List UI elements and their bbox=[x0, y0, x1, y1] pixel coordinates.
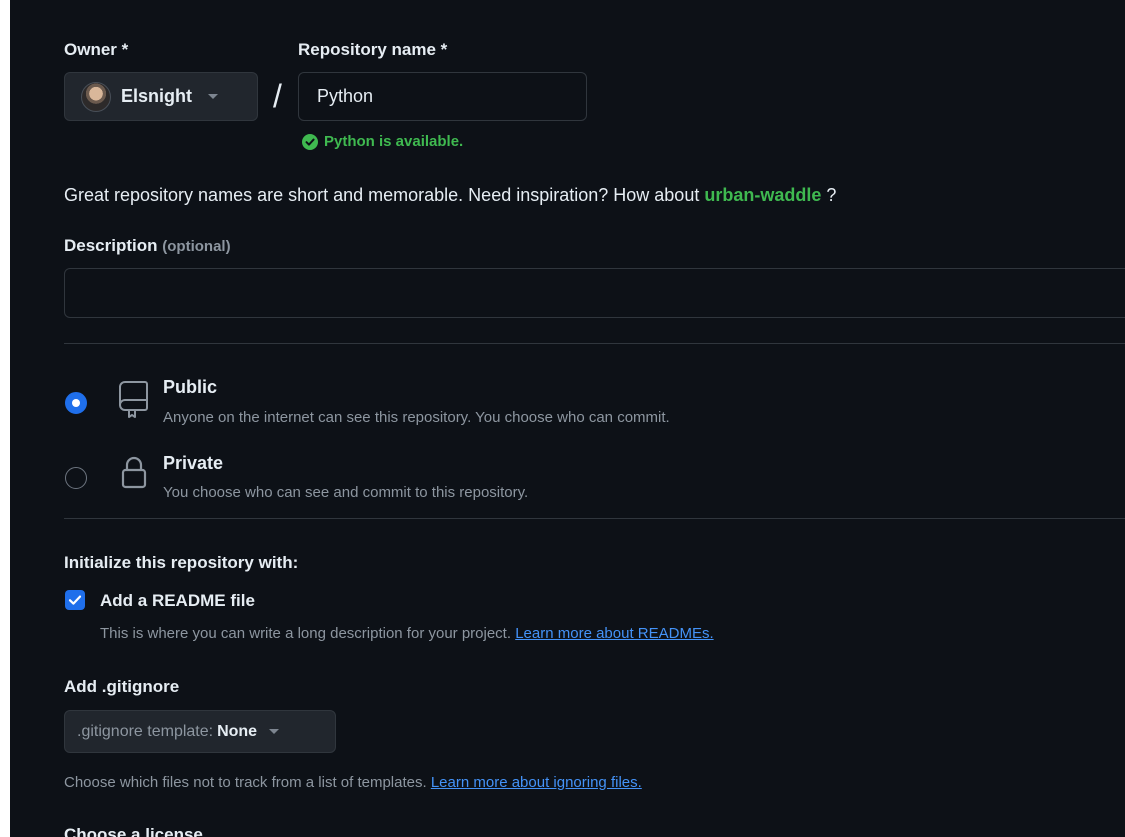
suggested-name[interactable]: urban-waddle bbox=[704, 185, 821, 205]
create-repo-form: Owner * Elsnight / Repository name * Pyt… bbox=[10, 0, 1125, 837]
owner-dropdown[interactable]: Elsnight bbox=[64, 72, 258, 121]
hint-prefix: Great repository names are short and mem… bbox=[64, 185, 700, 205]
availability-message: Python is available. bbox=[302, 133, 463, 150]
gitignore-heading: Add .gitignore bbox=[64, 677, 180, 696]
owner-name: Elsnight bbox=[121, 86, 192, 106]
description-input[interactable] bbox=[64, 268, 1125, 318]
hint-suffix: ? bbox=[826, 185, 837, 205]
gitignore-select-prefix: .gitignore template: bbox=[77, 722, 214, 740]
gitignore-template-select[interactable]: .gitignore template: None bbox=[64, 710, 336, 753]
chevron-down-icon bbox=[208, 94, 218, 99]
repo-icon bbox=[119, 381, 148, 418]
public-title: Public bbox=[163, 377, 218, 397]
lock-icon bbox=[121, 456, 147, 489]
checkmark-icon bbox=[68, 595, 82, 605]
divider bbox=[64, 343, 1125, 344]
readme-learn-more-link[interactable]: Learn more about READMEs. bbox=[515, 625, 713, 642]
init-heading: Initialize this repository with: bbox=[64, 553, 299, 572]
public-radio[interactable] bbox=[65, 392, 87, 414]
public-desc: Anyone on the internet can see this repo… bbox=[163, 409, 670, 426]
avatar bbox=[81, 81, 111, 112]
private-title: Private bbox=[163, 453, 224, 473]
readme-label[interactable]: Add a README file bbox=[100, 591, 255, 611]
repo-name-input[interactable] bbox=[298, 72, 587, 121]
description-label-text: Description bbox=[64, 236, 158, 255]
check-circle-icon bbox=[302, 133, 318, 150]
readme-checkbox[interactable] bbox=[65, 590, 85, 610]
slash-separator: / bbox=[273, 78, 282, 114]
gitignore-learn-more-link[interactable]: Learn more about ignoring files. bbox=[431, 774, 642, 791]
divider bbox=[64, 518, 1125, 519]
repo-name-label: Repository name * bbox=[298, 40, 448, 59]
private-desc: You choose who can see and commit to thi… bbox=[163, 484, 529, 501]
name-hint: Great repository names are short and mem… bbox=[64, 185, 836, 206]
readme-desc-text: This is where you can write a long descr… bbox=[100, 625, 512, 642]
description-label: Description (optional) bbox=[64, 236, 231, 256]
availability-text: Python is available. bbox=[324, 133, 464, 150]
license-heading: Choose a license bbox=[64, 825, 203, 837]
readme-desc: This is where you can write a long descr… bbox=[100, 625, 714, 642]
gitignore-select-value: None bbox=[217, 722, 258, 740]
owner-label: Owner * bbox=[64, 40, 129, 59]
gitignore-desc: Choose which files not to track from a l… bbox=[64, 774, 642, 791]
private-radio[interactable] bbox=[65, 467, 87, 489]
optional-tag: (optional) bbox=[162, 238, 231, 255]
chevron-down-icon bbox=[269, 729, 280, 734]
gitignore-desc-text: Choose which files not to track from a l… bbox=[64, 774, 427, 791]
